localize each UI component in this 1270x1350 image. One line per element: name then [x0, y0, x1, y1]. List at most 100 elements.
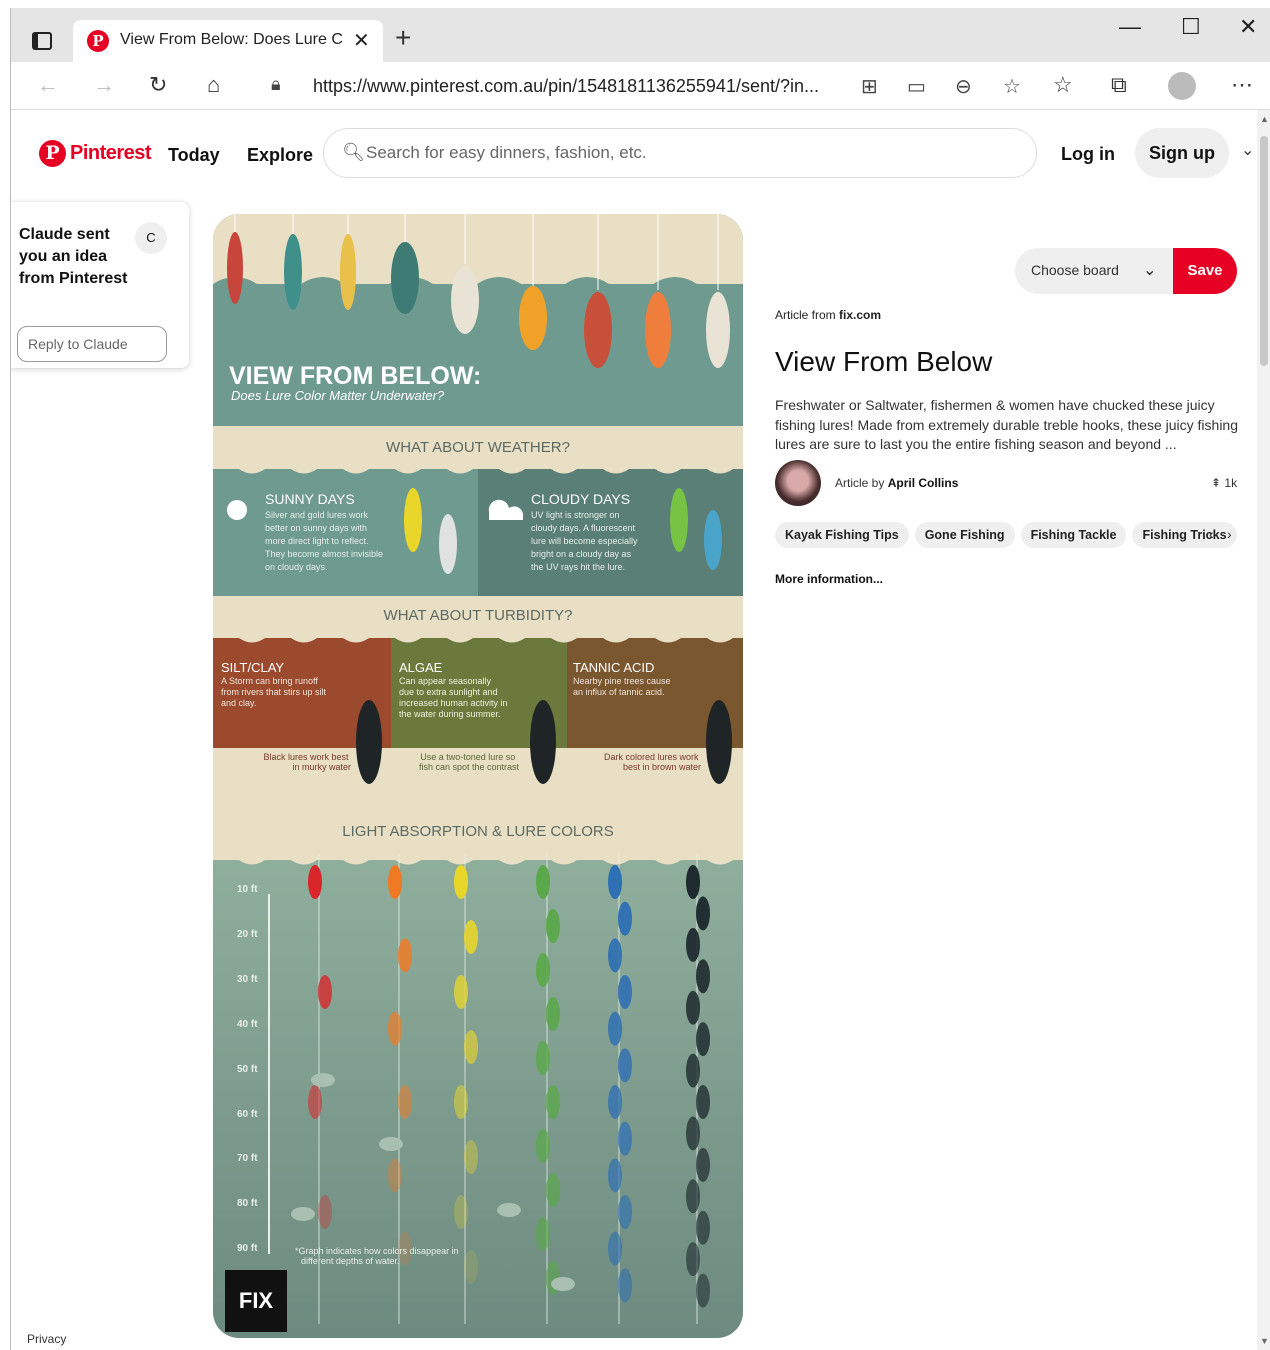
nav-today[interactable]: Today [168, 145, 220, 166]
tab-close-icon[interactable]: ✕ [353, 28, 370, 53]
reply-input[interactable]: Reply to Claude [17, 326, 167, 362]
depth-lure [318, 975, 332, 1009]
svg-text:20 ft: 20 ft [237, 929, 258, 940]
chevron-down-icon[interactable]: ⌄ [1241, 140, 1254, 160]
depth-lure [696, 896, 710, 931]
weather-heading: WHAT ABOUT WEATHER? [386, 439, 570, 456]
depth-lure [696, 1147, 710, 1182]
depth-lure [546, 1173, 560, 1207]
svg-text:60 ft: 60 ft [237, 1109, 258, 1120]
pinterest-header: P Pinterest Today Explore 🔍︎ Log in Sign… [11, 110, 1257, 198]
back-icon[interactable]: ← [37, 72, 59, 98]
svg-text:40 ft: 40 ft [237, 1019, 258, 1030]
pin-title: View From Below [775, 346, 993, 377]
depth-lure [536, 865, 550, 899]
depth-lure [398, 1085, 412, 1119]
article-from-label: Article from [775, 308, 836, 322]
article-source-link[interactable]: fix.com [839, 308, 881, 322]
fix-logo-text: FIX [239, 1288, 274, 1313]
login-button[interactable]: Log in [1061, 144, 1115, 165]
pin-image[interactable]: VIEW FROM BELOW: Does Lure Color Matter … [213, 214, 743, 1338]
depth-lure [608, 1085, 622, 1119]
svg-text:50 ft: 50 ft [237, 1064, 258, 1075]
search-icon: 🔍︎ [342, 142, 365, 162]
algae-text: Can appear seasonally due to extra sunli… [399, 676, 510, 719]
collections-icon[interactable]: ⧉ [1111, 72, 1127, 98]
logo-text: Pinterest [70, 142, 152, 164]
depth-lure [696, 1085, 710, 1119]
author-avatar[interactable] [775, 460, 821, 506]
depth-lure [388, 1011, 402, 1046]
tag-chip[interactable]: Fishing Tackle [1020, 522, 1127, 548]
tag-chip[interactable]: Kayak Fishing Tips [775, 522, 909, 548]
tab-actions-icon[interactable] [29, 28, 55, 54]
refresh-icon[interactable]: ↻ [149, 72, 167, 98]
scroll-right-icon[interactable]: › [1227, 526, 1232, 542]
depth-lure [546, 909, 560, 943]
tag-chip[interactable]: Fishing Tricks [1132, 522, 1237, 548]
add-favorite-icon[interactable]: ☆ [1003, 74, 1021, 99]
depth-lure [618, 901, 632, 936]
infographic: VIEW FROM BELOW: Does Lure Color Matter … [213, 214, 743, 1338]
minimize-icon[interactable]: — [1119, 14, 1141, 40]
choose-board-label: Choose board [1031, 262, 1119, 278]
sender-avatar[interactable]: C [135, 222, 167, 254]
depth-lure [536, 953, 550, 987]
more-information-link[interactable]: More information... [775, 572, 883, 586]
search-bar[interactable]: 🔍︎ [323, 128, 1037, 178]
apps-icon[interactable]: ⊞ [861, 74, 878, 99]
browser-tab[interactable]: P View From Below: Does Lure Col ✕ [73, 20, 383, 62]
tannic-lure [706, 700, 732, 784]
sun-icon [227, 500, 247, 520]
depth-lure [454, 865, 468, 899]
depth-lure [308, 1085, 322, 1119]
lock-icon[interactable]: 🔒︎ [271, 74, 281, 95]
choose-board-dropdown[interactable]: Choose board ⌄ [1015, 248, 1173, 294]
nav-explore[interactable]: Explore [247, 145, 313, 166]
scroll-left-icon[interactable]: ‹ [1209, 526, 1214, 542]
scroll-up-icon[interactable]: ▲ [1260, 114, 1269, 124]
close-window-icon[interactable]: ✕ [1239, 14, 1257, 40]
depth-labels: 10 ft 20 ft 30 ft 40 ft 50 ft 60 ft 70 f… [237, 884, 258, 1254]
pinterest-logo-icon: P [39, 140, 66, 167]
save-button[interactable]: Save [1173, 248, 1237, 294]
tag-chip[interactable]: Gone Fishing [914, 522, 1015, 548]
page-scrollbar[interactable]: ▲ ▼ [1257, 110, 1270, 1350]
favorites-icon[interactable]: ☆ [1053, 72, 1073, 98]
pin-description: Freshwater or Saltwater, fishermen & wom… [775, 397, 1238, 452]
depth-lure [686, 990, 700, 1025]
depth-lure [686, 927, 700, 962]
silt-lure [356, 700, 382, 784]
svg-text:10 ft: 10 ft [237, 884, 258, 895]
depth-lure [618, 1195, 632, 1229]
profile-avatar-icon[interactable] [1168, 72, 1196, 100]
new-tab-icon[interactable]: + [395, 24, 411, 52]
depth-lure [546, 997, 560, 1031]
url-text[interactable]: https://www.pinterest.com.au/pin/1548181… [313, 76, 819, 97]
forward-icon[interactable]: → [93, 72, 115, 98]
immersive-reader-icon[interactable]: ▭ [907, 74, 926, 99]
maximize-icon[interactable]: ☐ [1181, 14, 1201, 40]
search-input[interactable] [366, 141, 1006, 165]
pin-icon: ⇞ [1211, 476, 1225, 490]
zoom-out-icon[interactable]: ⊖ [955, 74, 972, 99]
privacy-link[interactable]: Privacy [21, 1330, 73, 1348]
author-name[interactable]: April Collins [888, 476, 959, 490]
more-menu-icon[interactable]: ⋯ [1231, 72, 1253, 98]
chevron-down-icon: ⌄ [1143, 262, 1157, 279]
depth-lure [308, 865, 322, 899]
home-icon[interactable]: ⌂ [207, 72, 220, 98]
address-bar[interactable]: 🔒︎ https://www.pinterest.com.au/pin/1548… [255, 68, 1045, 104]
author-line: Article by April Collins [835, 476, 958, 490]
tannic-title: TANNIC ACID [573, 660, 654, 675]
scroll-down-icon[interactable]: ▼ [1260, 1336, 1269, 1346]
pinterest-logo[interactable]: P Pinterest [39, 140, 152, 167]
algae-title: ALGAE [399, 660, 443, 675]
signup-button[interactable]: Sign up [1135, 128, 1229, 178]
svg-text:70 ft: 70 ft [237, 1153, 258, 1164]
depth-lure [686, 1116, 700, 1151]
browser-window: P View From Below: Does Lure Col ✕ + — ☐… [10, 8, 1270, 1350]
depth-lure [398, 938, 412, 973]
depth-lure [696, 959, 710, 994]
scrollbar-thumb[interactable] [1260, 136, 1268, 366]
